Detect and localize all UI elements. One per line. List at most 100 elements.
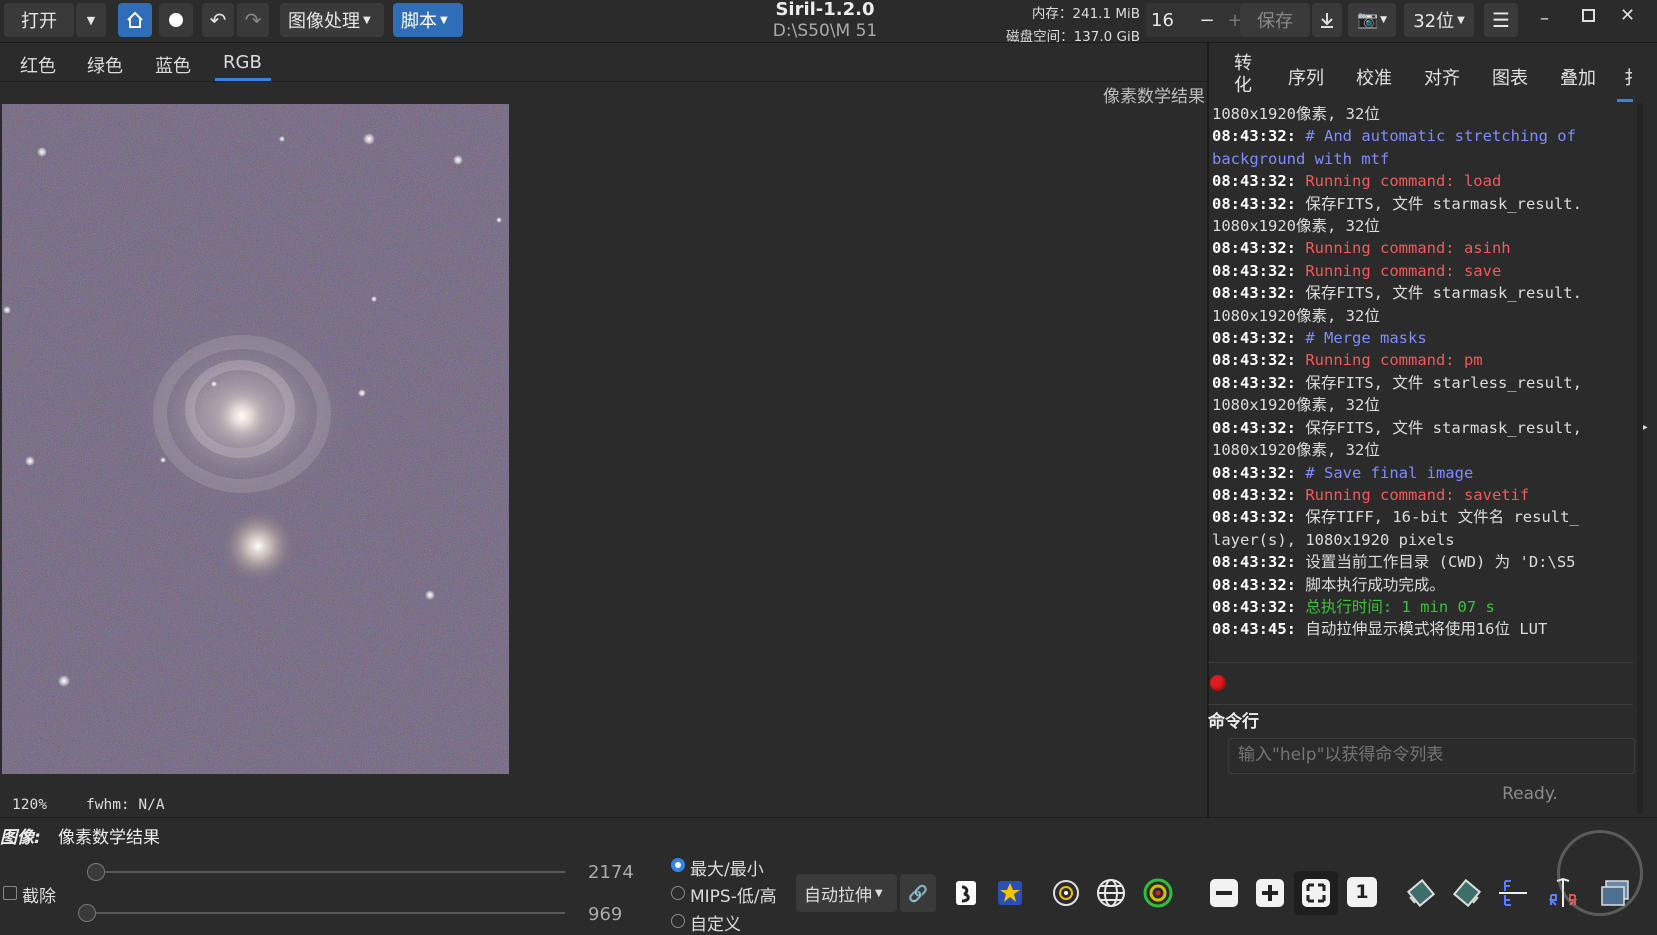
clip-label: 截除 — [22, 887, 56, 907]
home-button[interactable] — [118, 3, 152, 37]
log-line: 08:43:32: 保存FITS, 文件 starmask_result, — [1212, 417, 1638, 439]
tab-red[interactable]: 红色 — [20, 52, 56, 78]
radio-mips[interactable] — [671, 886, 685, 900]
log-timestamp: 08:43:32: — [1212, 463, 1296, 482]
log-line: background with mtf — [1212, 148, 1638, 170]
livestack-record-button[interactable] — [159, 3, 193, 37]
clip-checkbox[interactable] — [3, 886, 17, 900]
log-message: # Merge masks — [1296, 329, 1427, 348]
bitdepth-dropdown[interactable]: 32位 ▼ — [1404, 3, 1474, 37]
close-button[interactable]: ✕ — [1620, 5, 1635, 26]
log-line: 1080x1920像素, 32位 — [1212, 215, 1638, 237]
tab-more[interactable]: 扌 — [1624, 64, 1632, 90]
image-name: 像素数学结果 — [58, 828, 160, 848]
minimize-button[interactable]: – — [1540, 8, 1549, 29]
zoom-in-button[interactable] — [1254, 877, 1286, 909]
high-slider-knob[interactable] — [87, 863, 105, 881]
image-processing-menu[interactable]: 图像处理 ▼ — [280, 3, 384, 37]
redo-button[interactable]: ↷ — [237, 3, 269, 37]
log-line: 08:43:32: 设置当前工作目录 (CWD) 为 'D:\S5 — [1212, 551, 1638, 573]
siril-logo-watermark — [1557, 830, 1643, 916]
low-slider-knob[interactable] — [78, 904, 96, 922]
tab-blue[interactable]: 蓝色 — [155, 52, 191, 78]
log-message: # And automatic stretching of — [1296, 127, 1576, 146]
log-line: 08:43:32: 保存FITS, 文件 starless_result, — [1212, 372, 1638, 394]
snapshot-button[interactable]: 📷 ▼ — [1348, 3, 1396, 37]
flip-vertical-button[interactable] — [1497, 877, 1529, 909]
photometry-button[interactable] — [1050, 877, 1082, 909]
annotate-button[interactable] — [950, 877, 982, 909]
log-line: 08:43:32: 保存TIFF, 16-bit 文件名 result_ — [1212, 506, 1638, 528]
target-button[interactable] — [1142, 877, 1174, 909]
log-line: 08:43:32: Running command: save — [1212, 260, 1638, 282]
undo-button[interactable]: ↶ — [202, 3, 234, 37]
tab-sequence[interactable]: 序列 — [1288, 64, 1324, 90]
circle-icon — [169, 13, 183, 27]
main-menu-button[interactable]: ☰ — [1484, 3, 1518, 37]
stretch-mode-label: 自动拉伸 — [804, 885, 872, 906]
tab-plot[interactable]: 图表 — [1492, 64, 1528, 90]
rotate-right-button[interactable] — [1451, 877, 1483, 909]
log-timestamp: 08:43:32: — [1212, 508, 1296, 527]
radio-custom[interactable] — [671, 914, 685, 928]
tab-green[interactable]: 绿色 — [87, 52, 123, 78]
threads-spinner[interactable]: 16 − + — [1145, 3, 1253, 37]
scripts-menu[interactable]: 脚本 ▼ — [393, 3, 463, 37]
stop-script-button[interactable] — [1210, 675, 1226, 691]
stretch-mode-dropdown[interactable]: 自动拉伸 ▼ — [796, 874, 897, 912]
scripts-label: 脚本 — [401, 11, 437, 32]
save-as-button[interactable] — [1312, 3, 1342, 37]
command-input[interactable] — [1230, 740, 1625, 770]
log-message: 设置当前工作目录 (CWD) 为 'D:\S5 — [1296, 553, 1576, 572]
link-channels-button[interactable]: 🔗 — [900, 874, 936, 912]
minus-icon[interactable]: − — [1193, 10, 1221, 31]
tab-registration[interactable]: 对齐 — [1424, 64, 1460, 90]
download-icon — [1321, 13, 1333, 28]
link-icon: 🔗 — [908, 883, 928, 903]
log-timestamp: 08:43:32: — [1212, 261, 1296, 280]
platesolve-button[interactable] — [1095, 877, 1127, 909]
tab-stacking[interactable]: 叠加 — [1560, 64, 1596, 90]
chevron-down-icon: ▼ — [86, 13, 96, 27]
tab-rgb[interactable]: RGB — [223, 52, 262, 73]
open-button[interactable]: 打开 — [4, 3, 74, 37]
console-log[interactable]: 1080x1920像素, 32位 08:43:32: # And automati… — [1212, 103, 1638, 658]
tab-calibration[interactable]: 校准 — [1356, 64, 1392, 90]
right-panel-scrollbar[interactable] — [1637, 103, 1643, 813]
log-line: 08:43:32: Running command: load — [1212, 170, 1638, 192]
threads-value: 16 — [1151, 9, 1174, 31]
zoom-fit-button[interactable] — [1294, 871, 1338, 915]
rotate-left-button[interactable] — [1405, 877, 1437, 909]
astro-image[interactable] — [2, 104, 509, 774]
radio-mips-label: MIPS-低/高 — [690, 887, 777, 907]
zoom-out-button[interactable] — [1208, 877, 1240, 909]
log-line: 08:43:32: 总执行时间: 1 min 07 s — [1212, 596, 1638, 618]
command-line-label: 命令行 — [1208, 712, 1259, 732]
log-line: 08:43:32: Running command: pm — [1212, 349, 1638, 371]
image-label: 图像: — [0, 828, 41, 848]
log-timestamp: 08:43:32: — [1212, 575, 1296, 594]
log-separator — [1208, 704, 1633, 705]
radio-minmax[interactable] — [671, 858, 685, 872]
open-recent-dropdown-button[interactable]: ▼ — [76, 3, 106, 37]
undo-icon: ↶ — [209, 8, 227, 32]
low-slider-track[interactable] — [90, 912, 565, 914]
radio-minmax-label: 最大/最小 — [690, 860, 764, 880]
zoom-actual-button[interactable]: 1 — [1347, 877, 1377, 907]
log-line: 08:43:32: 保存FITS, 文件 starmask_result. — [1212, 282, 1638, 304]
log-timestamp: 08:43:32: — [1212, 418, 1296, 437]
tab-conversion[interactable]: 转化 — [1233, 53, 1253, 97]
log-timestamp: 08:43:32: — [1212, 127, 1296, 146]
high-slider-track[interactable] — [90, 871, 565, 873]
log-message: Running command: load — [1296, 172, 1502, 191]
save-button[interactable]: 保存 — [1240, 3, 1310, 37]
chevron-down-icon: ▼ — [363, 14, 371, 26]
log-message: 脚本执行成功完成。 — [1296, 575, 1445, 594]
status-ready: Ready. — [1502, 784, 1558, 804]
low-value: 969 — [588, 904, 623, 925]
maximize-button[interactable] — [1582, 9, 1595, 22]
log-message: 总执行时间: 1 min 07 s — [1296, 597, 1495, 616]
log-line: 1080x1920像素, 32位 — [1212, 394, 1638, 416]
star-catalog-button[interactable] — [994, 877, 1026, 909]
tab-conversion-label: 转化 — [1234, 53, 1252, 96]
